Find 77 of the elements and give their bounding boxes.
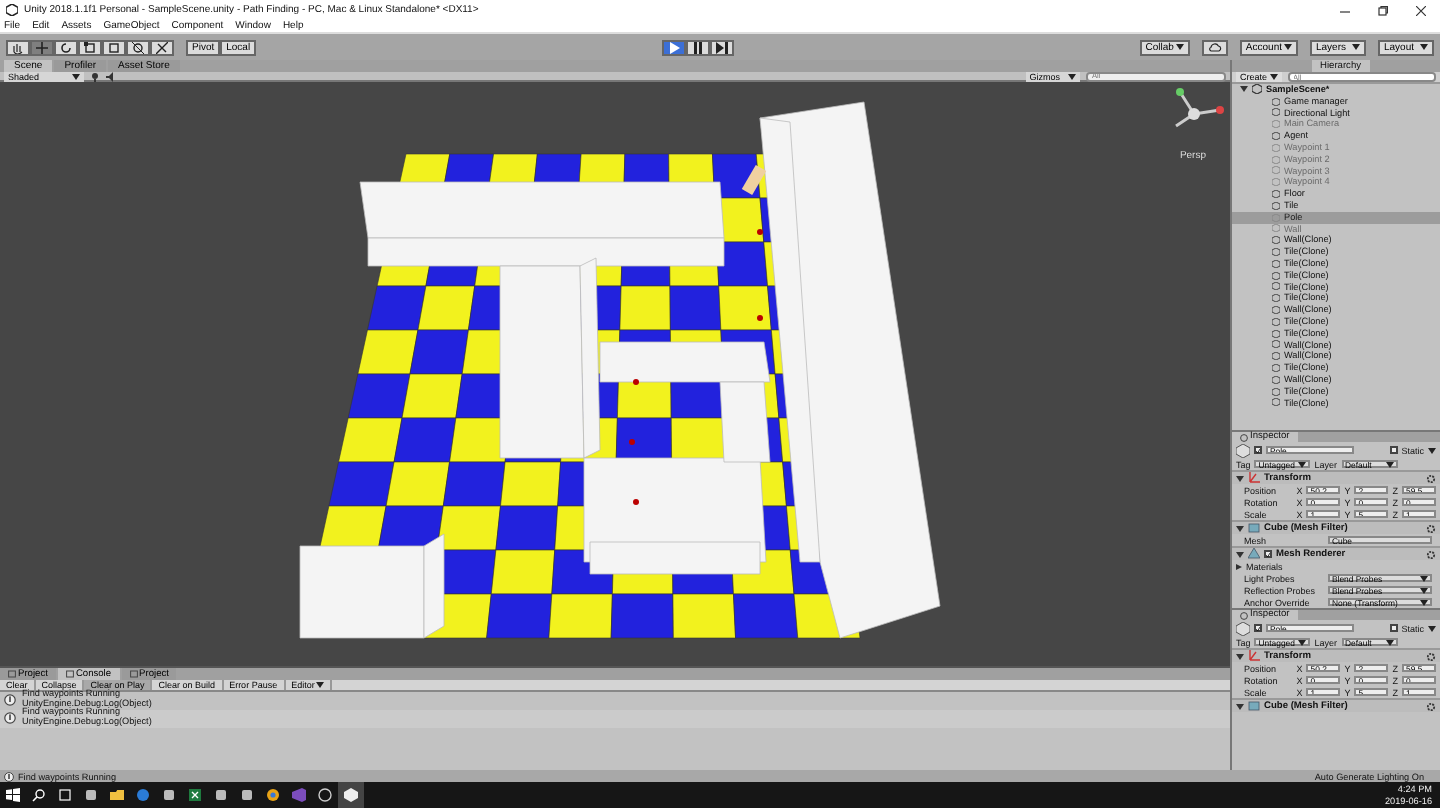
info-icon — [4, 771, 14, 781]
step-icon — [715, 41, 728, 53]
info-icon — [1240, 611, 1248, 619]
mesh-icon — [1248, 548, 1260, 560]
caret-icon — [1284, 44, 1292, 50]
scale-tool-icon — [84, 41, 96, 53]
step-button[interactable] — [709, 39, 734, 55]
info-icon — [1240, 433, 1248, 441]
light-icon[interactable] — [90, 71, 100, 81]
caret-icon — [1175, 44, 1184, 50]
expand-arrow-icon[interactable] — [1240, 86, 1248, 93]
move-tool-icon — [36, 41, 48, 53]
checkbox[interactable] — [1254, 624, 1262, 632]
unity-logo-icon — [1252, 84, 1262, 95]
checkbox[interactable] — [1389, 446, 1398, 454]
rect-tool-icon — [108, 41, 120, 53]
mesh-icon — [1248, 700, 1260, 712]
info-icon — [4, 712, 16, 724]
minimize-icon[interactable] — [1340, 5, 1350, 15]
tool-button[interactable] — [30, 39, 54, 55]
axis-gizmo-icon[interactable] — [1174, 88, 1224, 128]
custom-tool-icon — [156, 41, 168, 53]
expand-arrow-icon[interactable] — [1236, 703, 1244, 709]
checkbox[interactable] — [1389, 624, 1398, 632]
taskbar-button[interactable] — [312, 782, 338, 808]
hand-tool-icon — [12, 41, 24, 53]
ide-icon — [292, 788, 306, 802]
windows-icon — [6, 788, 20, 802]
tool-button[interactable] — [102, 39, 126, 55]
gear-icon[interactable] — [1426, 549, 1436, 559]
close-icon[interactable] — [1416, 5, 1426, 15]
expand-arrow-icon[interactable] — [1236, 475, 1244, 481]
circle-icon — [318, 788, 332, 802]
gear-icon[interactable] — [1426, 523, 1436, 533]
axes-icon — [1248, 650, 1260, 662]
tool-button[interactable] — [78, 39, 102, 55]
caret-icon — [1428, 625, 1436, 631]
checkbox[interactable] — [1264, 550, 1272, 558]
console-icon — [65, 670, 74, 678]
taskbar-button[interactable] — [0, 782, 26, 808]
taskbar-button[interactable] — [338, 782, 364, 808]
cloud-button[interactable] — [1201, 39, 1228, 55]
tool-button[interactable] — [126, 39, 150, 55]
pause-button[interactable] — [685, 39, 710, 55]
folder-icon — [129, 670, 138, 678]
rotate-tool-icon — [60, 41, 72, 53]
gear-icon[interactable] — [1426, 473, 1436, 483]
play-button[interactable] — [661, 39, 686, 55]
expand-arrow-icon[interactable] — [1236, 525, 1244, 531]
folder-icon — [8, 670, 16, 678]
caret-icon — [1428, 447, 1436, 453]
app-icon — [84, 788, 98, 802]
transform-tool-icon — [132, 41, 144, 53]
caret-icon — [1352, 44, 1360, 50]
folder-icon — [110, 788, 124, 802]
play-icon — [667, 41, 680, 53]
globe-icon — [266, 788, 280, 802]
search-icon — [32, 788, 46, 802]
tool-button[interactable] — [54, 39, 78, 55]
checkbox[interactable] — [1254, 446, 1262, 454]
unity-logo-icon — [344, 788, 358, 802]
task-view-icon — [58, 788, 72, 802]
browser-icon — [136, 788, 150, 802]
expand-arrow-icon[interactable] — [1236, 653, 1244, 659]
restore-icon[interactable] — [1378, 5, 1388, 15]
mesh-icon — [1248, 522, 1260, 534]
info-icon — [4, 694, 16, 706]
axes-icon — [1248, 472, 1260, 484]
caret-icon — [1420, 44, 1428, 50]
spreadsheet-icon — [188, 788, 202, 802]
unity-logo-icon — [6, 4, 18, 16]
pause-icon — [691, 41, 704, 53]
tool-button[interactable] — [150, 39, 174, 55]
cloud-icon — [1207, 42, 1222, 52]
gear-icon[interactable] — [1426, 701, 1436, 711]
gear-icon[interactable] — [1426, 651, 1436, 661]
app-icon — [162, 788, 176, 802]
